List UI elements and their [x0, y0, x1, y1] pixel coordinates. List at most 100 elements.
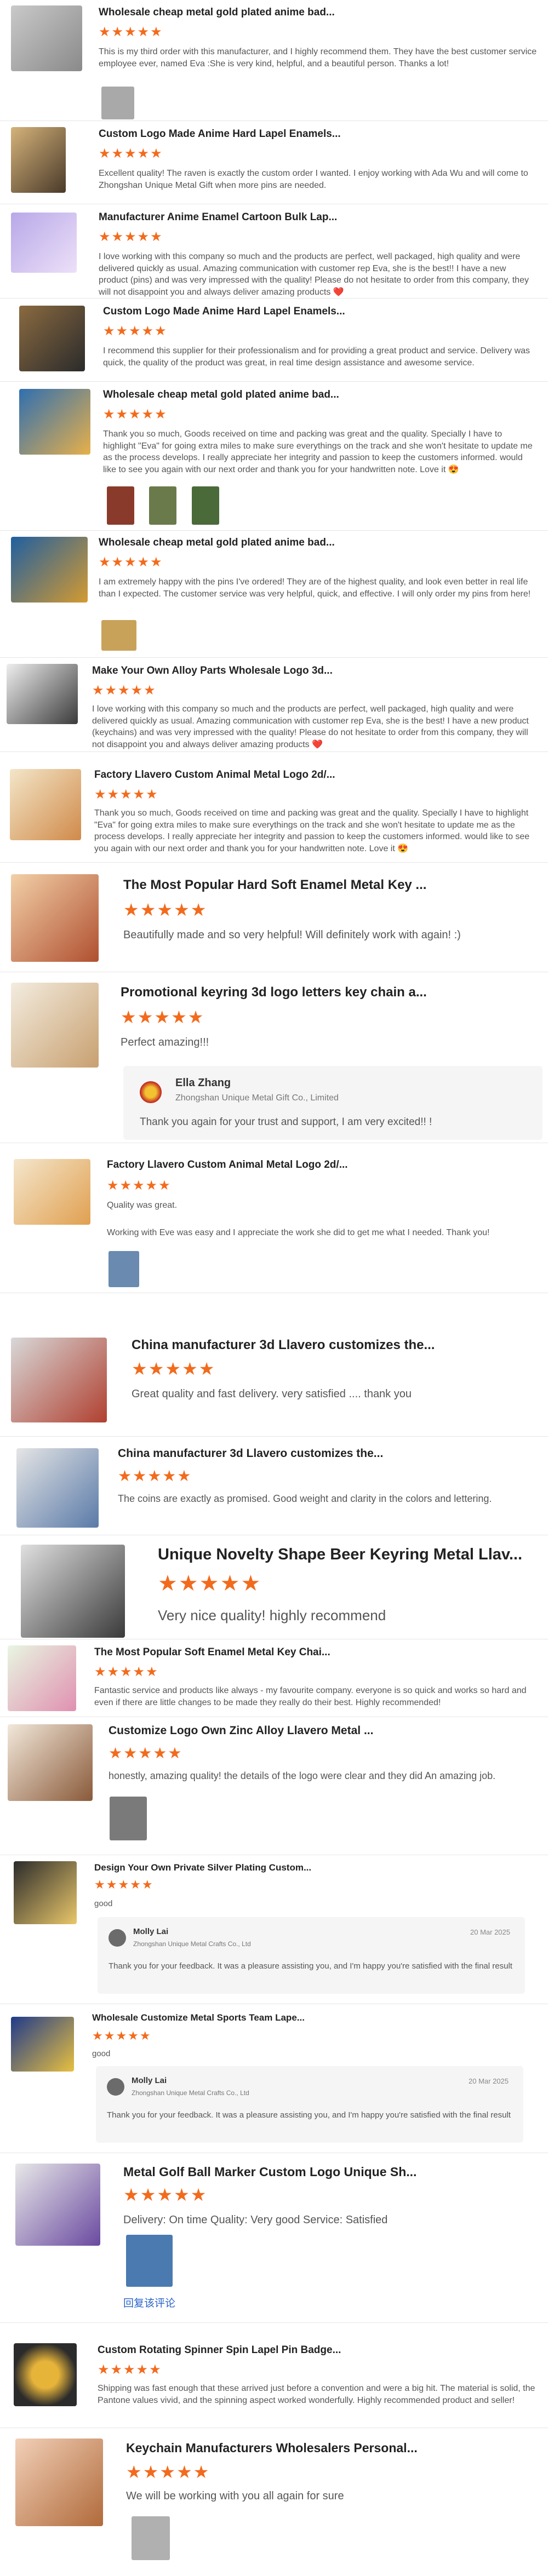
product-title[interactable]: Custom Logo Made Anime Hard Lapel Enamel…	[103, 306, 345, 318]
review-text: honestly, amazing quality! the details o…	[109, 1770, 496, 1781]
product-title[interactable]: Design Your Own Private Silver Plating C…	[94, 1862, 311, 1873]
review-photo[interactable]	[101, 620, 136, 651]
review-photo[interactable]	[109, 1251, 139, 1287]
review-card: Wholesale Customize Metal Sports Team La…	[0, 2005, 548, 2153]
product-title[interactable]: The Most Popular Soft Enamel Metal Key C…	[94, 1646, 330, 1659]
seller-reply: Molly Lai Zhongshan Unique Metal Crafts …	[96, 2066, 523, 2143]
product-thumbnail[interactable]	[11, 213, 77, 273]
rating-stars: ★★★★★	[94, 1878, 154, 1891]
rating-stars: ★★★★★	[92, 683, 157, 698]
review-text: The coins are exactly as promised. Good …	[118, 1493, 492, 1504]
rating-stars: ★★★★★	[107, 1178, 172, 1193]
review-text: Fantastic service and products like alwa…	[94, 1686, 527, 1707]
rating-stars: ★★★★★	[123, 2185, 208, 2205]
review-card: Make Your Own Alloy Parts Wholesale Logo…	[0, 658, 548, 751]
review-text: Perfect amazing!!!	[121, 1036, 209, 1048]
product-title[interactable]: Wholesale cheap metal gold plated anime …	[103, 389, 339, 401]
product-thumbnail[interactable]	[14, 1159, 90, 1225]
product-thumbnail[interactable]	[19, 389, 90, 455]
reply-author: Molly Lai	[133, 1927, 169, 1936]
product-title[interactable]: Unique Novelty Shape Beer Keyring Metal …	[158, 1546, 522, 1564]
reply-company: Zhongshan Unique Metal Gift Co., Limited	[175, 1093, 339, 1103]
review-card: Promotional keyring 3d logo letters key …	[0, 973, 548, 1143]
reply-author: Molly Lai	[132, 2076, 167, 2085]
product-title[interactable]: Factory Llavero Custom Animal Metal Logo…	[107, 1159, 348, 1171]
product-title[interactable]: Keychain Manufacturers Wholesalers Perso…	[126, 2441, 418, 2455]
rating-stars: ★★★★★	[126, 2462, 210, 2482]
product-thumbnail[interactable]	[8, 1645, 76, 1711]
product-thumbnail[interactable]	[11, 874, 99, 962]
review-text: Excellent quality! The raven is exactly …	[99, 169, 528, 190]
product-thumbnail[interactable]	[14, 1861, 77, 1924]
review-card: China manufacturer 3d Llavero customizes…	[0, 1437, 548, 1530]
reply-to-review-link[interactable]: 回复该评论	[123, 2295, 175, 2310]
product-thumbnail[interactable]	[14, 2343, 77, 2406]
rating-stars: ★★★★★	[109, 1745, 183, 1762]
product-title[interactable]: Custom Rotating Spinner Spin Lapel Pin B…	[98, 2344, 341, 2356]
seller-reply: Ella Zhang Zhongshan Unique Metal Gift C…	[123, 1066, 543, 1140]
review-photo[interactable]	[192, 486, 219, 525]
rating-stars: ★★★★★	[103, 407, 168, 422]
product-title[interactable]: Wholesale cheap metal gold plated anime …	[99, 537, 335, 549]
review-text: I am extremely happy with the pins I've …	[99, 577, 531, 599]
review-photo[interactable]	[107, 486, 134, 525]
review-photo[interactable]	[126, 2235, 173, 2287]
review-text: I love working with this company so much…	[92, 704, 529, 749]
product-thumbnail[interactable]	[7, 664, 78, 724]
product-thumbnail[interactable]	[21, 1545, 125, 1638]
review-text: good	[92, 2049, 111, 2058]
reply-text: Thank you again for your trust and suppo…	[140, 1116, 432, 1128]
product-title[interactable]: Manufacturer Anime Enamel Cartoon Bulk L…	[99, 211, 337, 223]
product-thumbnail[interactable]	[8, 1724, 93, 1801]
divider	[0, 751, 548, 752]
review-card: Custom Rotating Spinner Spin Lapel Pin B…	[0, 2323, 548, 2428]
product-title[interactable]: The Most Popular Hard Soft Enamel Metal …	[123, 877, 426, 893]
seller-reply: Molly Lai Zhongshan Unique Metal Crafts …	[98, 1917, 525, 1994]
rating-stars: ★★★★★	[121, 1007, 205, 1027]
review-card: Custom Logo Made Anime Hard Lapel Enamel…	[0, 299, 548, 381]
review-photo[interactable]	[149, 486, 176, 525]
review-photo[interactable]	[101, 87, 134, 119]
rating-stars: ★★★★★	[92, 2029, 152, 2043]
divider	[0, 298, 548, 299]
review-card: Design Your Own Private Silver Plating C…	[0, 1856, 548, 2004]
review-card: Customize Logo Own Zinc Alloy Llavero Me…	[0, 1718, 548, 1855]
product-title[interactable]: China manufacturer 3d Llavero customizes…	[118, 1447, 383, 1460]
product-thumbnail[interactable]	[19, 306, 85, 371]
review-text: good	[94, 1899, 113, 1908]
product-thumbnail[interactable]	[11, 983, 99, 1068]
review-card: Unique Novelty Shape Beer Keyring Metal …	[0, 1538, 548, 1648]
review-card: The Most Popular Hard Soft Enamel Metal …	[0, 863, 548, 962]
product-title[interactable]: Promotional keyring 3d logo letters key …	[121, 985, 427, 1000]
product-title[interactable]: Factory Llavero Custom Animal Metal Logo…	[94, 769, 335, 781]
review-card: Factory Llavero Custom Animal Metal Logo…	[0, 753, 548, 862]
rating-stars: ★★★★★	[103, 324, 168, 339]
review-card: The Most Popular Soft Enamel Metal Key C…	[0, 1640, 548, 1717]
review-text: I recommend this supplier for their prof…	[103, 346, 530, 368]
product-thumbnail[interactable]	[11, 2017, 74, 2072]
product-title[interactable]: China manufacturer 3d Llavero customizes…	[132, 1338, 435, 1353]
product-thumbnail[interactable]	[11, 5, 82, 71]
product-title[interactable]: Wholesale cheap metal gold plated anime …	[99, 7, 335, 19]
product-title[interactable]: Custom Logo Made Anime Hard Lapel Enamel…	[99, 128, 341, 140]
product-thumbnail[interactable]	[11, 537, 88, 603]
product-thumbnail[interactable]	[10, 769, 81, 840]
product-thumbnail[interactable]	[11, 1338, 107, 1422]
product-thumbnail[interactable]	[11, 127, 66, 193]
product-thumbnail[interactable]	[16, 1448, 99, 1528]
review-photo[interactable]	[132, 2516, 170, 2560]
review-photo[interactable]	[110, 1797, 147, 1840]
product-thumbnail[interactable]	[15, 2164, 100, 2246]
reply-date: 20 Mar 2025	[469, 2077, 509, 2085]
review-card: Factory Llavero Custom Animal Metal Logo…	[0, 1144, 548, 1292]
product-title[interactable]: Customize Logo Own Zinc Alloy Llavero Me…	[109, 1724, 373, 1737]
rating-stars: ★★★★★	[118, 1467, 192, 1484]
product-title[interactable]: Metal Golf Ball Marker Custom Logo Uniqu…	[123, 2165, 416, 2179]
review-text: Delivery: On time Quality: Very good Ser…	[123, 2214, 388, 2226]
product-thumbnail[interactable]	[15, 2439, 103, 2526]
review-text: Great quality and fast delivery. very sa…	[132, 1388, 412, 1400]
product-title[interactable]: Wholesale Customize Metal Sports Team La…	[92, 2012, 305, 2023]
divider	[0, 530, 548, 531]
product-title[interactable]: Make Your Own Alloy Parts Wholesale Logo…	[92, 665, 333, 677]
review-card: Wholesale cheap metal gold plated anime …	[0, 382, 548, 530]
